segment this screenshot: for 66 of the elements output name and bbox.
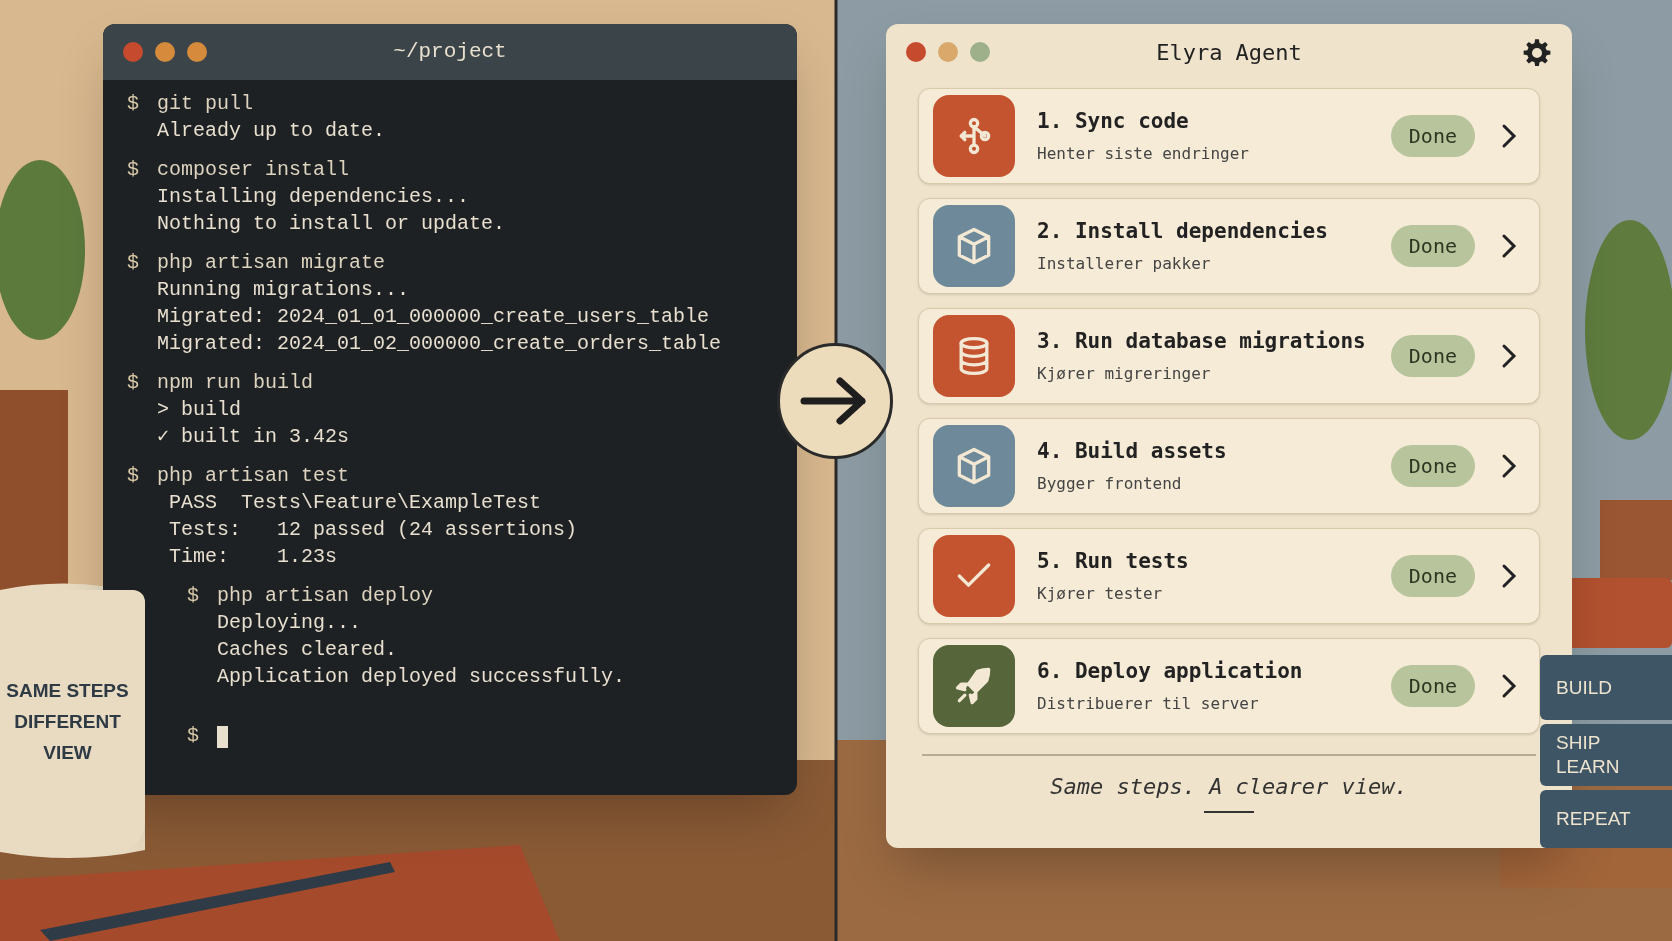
step-card[interactable]: 6. Deploy application Distribuerer til server Done (918, 638, 1540, 734)
book-spine-label: REPEAT (1556, 807, 1632, 831)
prompt-symbol: $ (127, 157, 140, 183)
command-text: npm run build (157, 370, 314, 396)
prompt-symbol: $ (127, 91, 140, 117)
output-text: Running migrations... (157, 277, 410, 303)
command-text: php artisan test (157, 463, 350, 489)
step-title: 1. Sync code (1037, 108, 1190, 136)
output-text: Nothing to install or update. (157, 211, 506, 237)
output-text: Caches cleared. (217, 637, 398, 663)
chevron-right-icon (1501, 123, 1517, 149)
status-pill: Done (1390, 115, 1475, 157)
output-text: Installing dependencies... (157, 184, 470, 210)
prompt-symbol: $ (187, 723, 200, 749)
command-text: php artisan deploy (217, 583, 434, 609)
book-spine-label: BUILD (1556, 675, 1613, 700)
settings-icon[interactable] (1522, 38, 1552, 68)
output-text: PASS Tests\Feature\ExampleTest (168, 490, 542, 516)
status-pill: Done (1390, 335, 1475, 377)
step-title: 4. Build assets (1037, 438, 1228, 466)
chevron-right-icon (1501, 233, 1517, 259)
tagline: Same steps. A clearer view. (1049, 773, 1409, 801)
output-text: Application deployed successfully. (217, 664, 626, 690)
step-title: 6. Deploy application (1037, 658, 1304, 686)
chevron-right-icon (1501, 563, 1517, 589)
chevron-right-icon (1501, 453, 1517, 479)
step-subtitle: Henter siste endringer (1037, 142, 1250, 165)
mug-label: SAME STEPS DIFFERENT VIEW (5, 678, 130, 765)
step-subtitle: Kjører migreringer (1037, 362, 1212, 385)
output-text: Time: 1.23s (168, 544, 338, 570)
step-card[interactable]: 2. Install dependencies Installerer pakker Done (918, 198, 1540, 294)
step-card[interactable]: 1. Sync code Henter siste endringer Done (918, 88, 1540, 184)
chevron-right-icon (1501, 673, 1517, 699)
prompt-symbol: $ (127, 250, 140, 276)
status-pill: Done (1390, 665, 1475, 707)
output-text: Tests: 12 passed (24 assertions) (168, 517, 578, 543)
command-text: composer install (157, 157, 350, 183)
step-title: 2. Install dependencies (1037, 218, 1329, 246)
step-subtitle: Kjører tester (1037, 582, 1164, 605)
command-text: php artisan migrate (157, 250, 386, 276)
step-card[interactable]: 5. Run tests Kjører tester Done (918, 528, 1540, 624)
step-card[interactable]: 3. Run database migrations Kjører migreringer Done (918, 308, 1540, 404)
command-text: git pull (157, 91, 253, 117)
status-pill: Done (1390, 225, 1475, 267)
output-text: Deploying... (217, 610, 362, 636)
status-pill: Done (1390, 445, 1475, 487)
output-text: Migrated: 2024_01_01_000000_create_users_table (157, 304, 710, 330)
output-text: Migrated: 2024_01_02_000000_create_orders_table (157, 331, 722, 357)
output-text: Already up to date. (157, 118, 386, 144)
step-card[interactable]: 4. Build assets Bygger frontend Done (918, 418, 1540, 514)
window-title: Elyra Agent (1156, 38, 1302, 67)
step-title: 5. Run tests (1037, 548, 1190, 576)
status-pill: Done (1390, 555, 1475, 597)
step-title: 3. Run database migrations (1037, 328, 1367, 356)
prompt-symbol: $ (187, 583, 200, 609)
book-spine-label: SHIP LEARN (1556, 731, 1621, 779)
chevron-right-icon (1501, 343, 1517, 369)
window-title: ~/project (393, 39, 507, 66)
output-text: > build (157, 397, 241, 423)
text-cursor (217, 726, 228, 748)
output-text: ✓ built in 3.42s (157, 424, 350, 450)
step-subtitle: Bygger frontend (1037, 472, 1183, 495)
prompt-symbol: $ (127, 463, 140, 489)
step-subtitle: Distribuerer til server (1037, 692, 1260, 715)
step-subtitle: Installerer pakker (1037, 252, 1212, 275)
prompt-symbol: $ (127, 370, 140, 396)
